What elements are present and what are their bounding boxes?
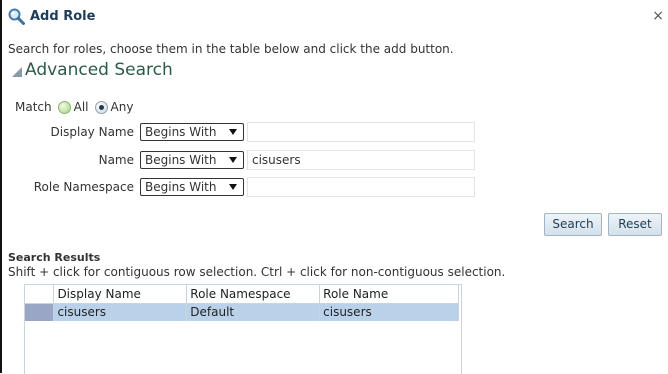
selection-hint: Shift + click for contiguous row selecti… bbox=[8, 265, 506, 279]
column-header-role-name[interactable]: Role Name bbox=[319, 285, 459, 304]
dialog-title-bar: Add Role bbox=[8, 6, 95, 26]
cell-role-name[interactable]: cisusers bbox=[319, 303, 459, 321]
role-namespace-operator-select[interactable]: Begins With bbox=[140, 178, 244, 196]
advanced-search-header[interactable]: Advanced Search bbox=[12, 60, 173, 80]
name-operator-value: Begins With bbox=[145, 153, 217, 167]
row-selector[interactable] bbox=[25, 303, 55, 321]
magnifier-icon bbox=[8, 8, 25, 25]
dialog-title: Add Role bbox=[30, 8, 96, 24]
add-role-dialog: Add Role × Search for roles, choose them… bbox=[0, 0, 668, 374]
name-operator-select[interactable]: Begins With bbox=[140, 151, 244, 169]
match-all-radio[interactable] bbox=[57, 100, 71, 114]
reset-button[interactable]: Reset bbox=[608, 213, 662, 236]
dropdown-arrow-icon bbox=[229, 184, 237, 190]
advanced-search-title: Advanced Search bbox=[25, 60, 173, 80]
column-header-display-name[interactable]: Display Name bbox=[53, 285, 188, 304]
match-any-label[interactable]: Any bbox=[111, 100, 134, 114]
disclosure-expanded-icon[interactable] bbox=[12, 66, 22, 77]
display-name-operator-value: Begins With bbox=[145, 125, 217, 139]
display-name-input[interactable] bbox=[247, 122, 475, 142]
role-namespace-input[interactable] bbox=[247, 177, 475, 197]
cell-display-name[interactable]: cisusers bbox=[53, 303, 188, 321]
name-label: Name bbox=[98, 153, 134, 167]
dropdown-arrow-icon bbox=[229, 157, 237, 163]
row-selector-header bbox=[25, 285, 55, 304]
search-button[interactable]: Search bbox=[544, 213, 602, 236]
role-namespace-operator-value: Begins With bbox=[145, 180, 217, 194]
match-label: Match bbox=[15, 100, 52, 114]
instructions-text: Search for roles, choose them in the tab… bbox=[8, 42, 454, 56]
column-header-role-namespace[interactable]: Role Namespace bbox=[186, 285, 321, 304]
close-icon[interactable]: × bbox=[652, 9, 664, 23]
role-namespace-row: Role Namespace Begins With bbox=[8, 177, 475, 197]
name-input[interactable]: cisusers bbox=[247, 150, 475, 170]
name-row: Name Begins With cisusers bbox=[8, 150, 475, 170]
role-namespace-label: Role Namespace bbox=[33, 180, 134, 194]
display-name-operator-select[interactable]: Begins With bbox=[140, 123, 244, 141]
table-header-row: Display Name Role Namespace Role Name bbox=[25, 285, 459, 304]
match-any-radio[interactable] bbox=[94, 100, 108, 114]
match-row: Match All Any bbox=[15, 100, 133, 114]
match-all-label[interactable]: All bbox=[74, 100, 89, 114]
table-row[interactable]: cisusers Default cisusers bbox=[25, 303, 459, 321]
display-name-label: Display Name bbox=[50, 125, 134, 139]
display-name-row: Display Name Begins With bbox=[8, 122, 475, 142]
dropdown-arrow-icon bbox=[229, 129, 237, 135]
cell-role-namespace[interactable]: Default bbox=[186, 303, 321, 321]
results-table: Display Name Role Namespace Role Name ci… bbox=[24, 284, 462, 374]
search-results-title: Search Results bbox=[8, 251, 101, 264]
